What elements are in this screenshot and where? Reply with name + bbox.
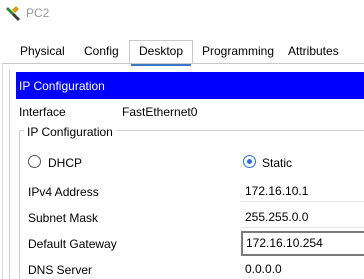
ipv4-address-input[interactable]: 172.16.10.1: [241, 180, 364, 202]
tab-physical[interactable]: Physical: [20, 44, 65, 58]
packet-tracer-pc-icon: [6, 6, 20, 21]
static-radio[interactable]: [243, 155, 256, 168]
default-gateway-input[interactable]: 172.16.10.254: [241, 231, 364, 256]
title-bar: PC2: [0, 0, 364, 28]
tab-programming[interactable]: Programming: [202, 44, 274, 58]
tab-config[interactable]: Config: [84, 44, 119, 58]
interface-select[interactable]: FastEthernet0: [122, 105, 197, 119]
subnet-mask-label: Subnet Mask: [28, 211, 99, 225]
dns-server-input[interactable]: 0.0.0.0: [241, 258, 364, 279]
ip-config-header-title: IP Configuration: [19, 79, 105, 93]
ip-config-groupbox: [19, 130, 364, 279]
ipv4-address-label: IPv4 Address: [28, 185, 99, 199]
ip-config-header: IP Configuration: [16, 72, 364, 99]
tab-bar: Physical Config Desktop Programming Attr…: [0, 40, 364, 66]
dhcp-radio[interactable]: [28, 155, 41, 168]
tab-attributes[interactable]: Attributes: [288, 44, 339, 58]
dns-server-label: DNS Server: [28, 263, 93, 277]
interface-label: Interface: [19, 105, 66, 119]
ip-config-group-title: IP Configuration: [24, 125, 116, 139]
subnet-mask-input[interactable]: 255.255.0.0: [241, 206, 364, 228]
window-title: PC2: [26, 6, 50, 20]
tab-desktop[interactable]: Desktop: [130, 44, 192, 66]
dhcp-label[interactable]: DHCP: [48, 156, 82, 170]
static-label[interactable]: Static: [262, 156, 292, 170]
default-gateway-label: Default Gateway: [28, 237, 117, 251]
